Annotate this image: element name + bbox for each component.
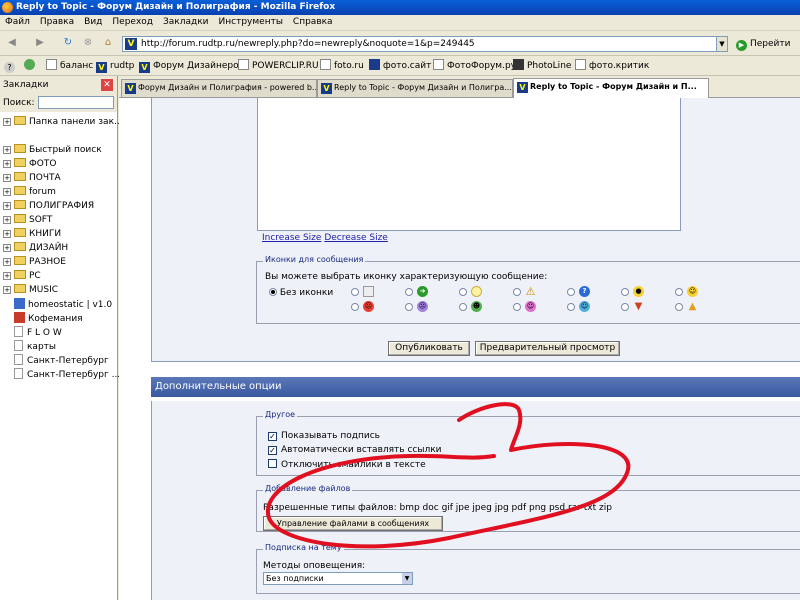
sidebar-folder[interactable]: + КНИГИ — [3, 228, 61, 240]
menu-tools[interactable]: Инструменты — [214, 15, 288, 29]
folder-icon — [14, 256, 26, 265]
forward-icon[interactable]: ▶ — [32, 35, 48, 51]
folder-icon — [14, 242, 26, 251]
window-title-bar: Reply to Topic - Форум Дизайн и Полиграф… — [0, 0, 800, 15]
bookmarks-sidebar: Закладки ✕ Поиск: + Папка панели зак... +… — [0, 76, 123, 600]
menu-edit[interactable]: Правка — [35, 15, 79, 29]
folder-icon — [14, 186, 26, 195]
bookmark-fotoforum[interactable]: ФотоФорум.ру — [433, 59, 516, 73]
folder-icon — [14, 270, 26, 279]
back-icon[interactable]: ◀ — [4, 35, 20, 51]
menu-file[interactable]: Файл — [0, 15, 35, 29]
menu-help[interactable]: Справка — [288, 15, 338, 29]
bookmark-foto-critic[interactable]: фото.критик — [575, 59, 649, 73]
folder-icon — [14, 172, 26, 181]
url-text: http://forum.rudtp.ru/newreply.php?do=ne… — [141, 39, 475, 49]
site-icon — [14, 312, 25, 323]
sidebar-search: Поиск: — [0, 94, 117, 112]
tab-reply-active[interactable]: V Reply to Topic - Форум Дизайн и П... — [513, 78, 709, 98]
bookmarks-toolbar: ? баланс Vrudtp V Форум Дизайнеров POWERC… — [0, 56, 800, 76]
folder-icon — [14, 228, 26, 237]
folder-icon — [14, 200, 26, 209]
url-bar[interactable]: V http://forum.rudtp.ru/newreply.php?do=… — [122, 36, 728, 52]
sidebar-folder[interactable]: + ФОТО — [3, 158, 56, 170]
page-icon — [14, 326, 23, 337]
site-favicon-icon: V — [321, 83, 332, 94]
close-icon[interactable]: ✕ — [101, 79, 113, 91]
site-icon — [14, 298, 25, 309]
sidebar-folder[interactable]: + PC — [3, 270, 41, 282]
sidebar-link[interactable]: F L O W — [3, 326, 62, 339]
page-icon — [14, 340, 23, 351]
site-favicon-icon: V — [125, 83, 136, 94]
firefox-icon — [2, 2, 13, 13]
sidebar-folder[interactable]: + SOFT — [3, 214, 52, 226]
sidebar-folder[interactable]: + forum — [3, 186, 56, 198]
site-favicon-icon: V — [517, 82, 528, 93]
menu-go[interactable]: Переход — [107, 15, 158, 29]
bookmark-balance[interactable]: баланс — [46, 59, 93, 73]
url-dropdown-icon[interactable]: ▼ — [716, 37, 727, 51]
sidebar-item-panel-folder[interactable]: + Папка панели зак... — [3, 116, 123, 128]
menu-bookmarks[interactable]: Закладки — [158, 15, 214, 29]
sidebar-folder[interactable]: + ПОЛИГРАФИЯ — [3, 200, 94, 212]
sidebar-link[interactable]: Санкт-Петербург — [3, 354, 109, 367]
tab-bar: V Форум Дизайн и Полиграфия - powered b..… — [119, 76, 800, 98]
bookmark-help-icon[interactable]: ? — [4, 59, 18, 73]
menu-view[interactable]: Вид — [79, 15, 107, 29]
bookmark-fotoru[interactable]: foto.ru — [320, 59, 364, 73]
reload-icon[interactable]: ↻ — [60, 35, 76, 51]
go-arrow-icon: ▶ — [736, 40, 747, 51]
sidebar-link[interactable]: карты — [3, 340, 56, 353]
sidebar-link[interactable]: Кофемания — [3, 312, 83, 325]
site-favicon-icon: V — [125, 38, 137, 50]
bookmark-designers-forum[interactable]: V Форум Дизайнеров — [139, 59, 244, 73]
folder-icon — [14, 144, 26, 153]
sidebar-search-input[interactable] — [38, 96, 114, 109]
sidebar-folder[interactable]: + РАЗНОЕ — [3, 256, 66, 268]
red-annotation-circle — [265, 402, 631, 549]
bookmark-rudtp[interactable]: Vrudtp — [96, 59, 134, 73]
home-icon[interactable]: ⌂ — [100, 35, 116, 51]
tab-reply-1[interactable]: V Reply to Topic - Форум Дизайн и Полигра… — [317, 79, 513, 97]
bookmark-powerclip[interactable]: POWERCLIP.RU — [238, 59, 319, 73]
folder-icon — [14, 284, 26, 293]
stop-icon[interactable]: ⊗ — [80, 35, 96, 51]
sidebar-link[interactable]: Санкт-Петербург ... — [3, 368, 120, 381]
sidebar-header: Закладки ✕ — [0, 76, 117, 94]
sidebar-search-label: Поиск: — [3, 98, 35, 108]
page-icon — [14, 368, 23, 379]
sidebar-folder[interactable]: + Быстрый поиск — [3, 144, 102, 156]
bookmark-green-icon[interactable] — [24, 59, 38, 73]
tab-forum[interactable]: V Форум Дизайн и Полиграфия - powered b..… — [121, 79, 317, 97]
sidebar-link[interactable]: homeostatic | v1.0 — [3, 298, 112, 311]
menu-bar: Файл Правка Вид Переход Закладки Инструменты С… — [0, 15, 800, 31]
sidebar-title: Закладки — [3, 80, 49, 90]
folder-icon — [14, 158, 26, 167]
bookmark-photoline[interactable]: PhotoLine — [513, 59, 571, 73]
page-content: Increase Size Decrease Size Иконки для с… — [119, 98, 800, 600]
sidebar-folder[interactable]: + MUSIC — [3, 284, 58, 296]
go-label: Перейти — [750, 39, 791, 49]
sidebar-folder[interactable]: + ПОЧТА — [3, 172, 61, 184]
folder-icon — [14, 116, 26, 125]
folder-icon — [14, 214, 26, 223]
window-title: Reply to Topic - Форум Дизайн и Полиграф… — [16, 2, 336, 12]
sidebar-folder[interactable]: + ДИЗАЙН — [3, 242, 68, 254]
page-icon — [14, 354, 23, 365]
go-button[interactable]: ▶ Перейти — [736, 36, 791, 52]
bookmark-foto-site[interactable]: фото.сайт — [369, 59, 431, 73]
